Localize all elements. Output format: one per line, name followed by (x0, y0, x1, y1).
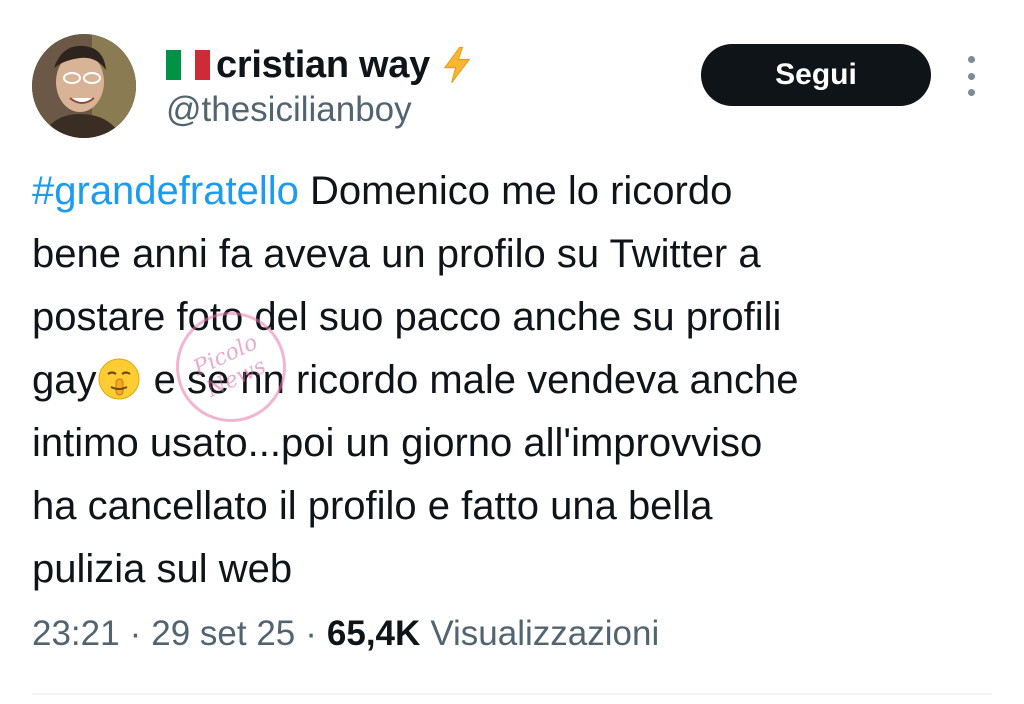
tweet-line: gay e se nn ricordo male vendeva anche (32, 349, 992, 412)
tweet-line: intimo usato...poi un giorno all'improvv… (32, 421, 763, 465)
tweet-text-segment: Domenico me lo ricordo (298, 169, 733, 213)
follow-button[interactable]: Segui (701, 44, 931, 106)
avatar[interactable] (32, 34, 136, 138)
tweet-line: bene anni fa aveva un profilo su Twitter… (32, 232, 761, 276)
author-display-name[interactable]: cristian way (216, 44, 430, 87)
tweet-meta: 23:21 · 29 set 25 · 65,4K Visualizzazion… (32, 614, 659, 654)
hashtag-link[interactable]: #grandefratello (32, 169, 299, 213)
tweet-line: pulizia sul web (32, 547, 293, 591)
tweet-date[interactable]: 29 set 25 (151, 614, 295, 654)
divider (32, 693, 992, 695)
meta-separator: · (129, 614, 142, 653)
tweet-text: #grandefratello Domenico me lo ricordo b… (32, 160, 992, 601)
tweet-card: cristian way @thesicilianboy Segui #gran… (0, 0, 1024, 704)
views-label: Visualizzazioni (430, 614, 660, 653)
more-vertical-icon[interactable] (958, 56, 984, 96)
tweet-line: postare foto del suo pacco anche su prof… (32, 295, 782, 339)
italy-flag-icon (166, 50, 211, 80)
tweet-text-segment: gay (32, 358, 97, 402)
tweet-line: #grandefratello Domenico me lo ricordo (32, 160, 992, 223)
meta-separator: · (305, 614, 317, 653)
author-name-row[interactable]: cristian way (166, 40, 474, 90)
views-count: 65,4K (326, 614, 421, 653)
tweet-time[interactable]: 23:21 (32, 614, 120, 654)
avatar-photo (32, 34, 136, 138)
shushing-face-icon (98, 358, 139, 400)
author-handle[interactable]: @thesicilianboy (166, 90, 412, 130)
tweet-line: ha cancellato il profilo e fatto una bel… (32, 484, 713, 528)
lightning-bolt-icon (443, 46, 471, 83)
tweet-text-segment: e se nn ricordo male vendeva anche (142, 358, 799, 402)
